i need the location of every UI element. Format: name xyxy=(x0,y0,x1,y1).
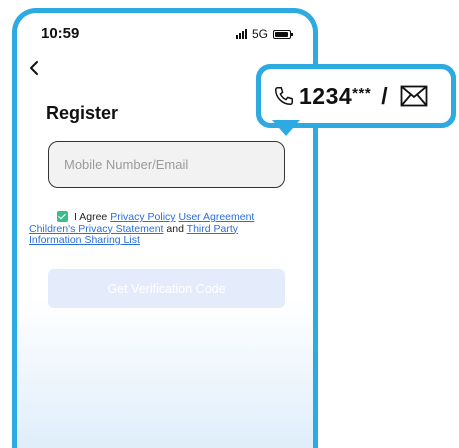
get-verification-code-button[interactable]: Get Verification Code xyxy=(48,269,285,308)
agree-checkbox[interactable] xyxy=(57,211,68,222)
agree-prefix: I Agree xyxy=(74,211,108,223)
signal-icon xyxy=(235,29,247,39)
status-indicators: 5G xyxy=(235,27,293,41)
network-label: 5G xyxy=(251,27,268,41)
masked-digits: *** xyxy=(352,84,372,102)
user-agreement-link[interactable]: User Agreement xyxy=(178,211,254,223)
account-field[interactable] xyxy=(48,141,285,188)
envelope-icon xyxy=(400,85,428,107)
phone-digits: 1234 xyxy=(299,82,353,109)
callout-separator: / xyxy=(381,82,389,109)
bottom-fade xyxy=(17,298,313,448)
phone-icon xyxy=(275,87,293,105)
battery-icon xyxy=(273,29,293,39)
callout-bubble: 1234*** / xyxy=(256,64,456,128)
childrens-privacy-link[interactable]: Children's Privacy Statement xyxy=(29,223,163,235)
callout-pointer xyxy=(272,120,300,136)
chevron-left-icon xyxy=(30,61,38,75)
callout-content: 1234*** / xyxy=(261,69,451,123)
agreement-block: I Agree Privacy Policy User Agreement Ch… xyxy=(29,211,289,247)
status-bar: 10:59 5G xyxy=(17,13,313,55)
back-button[interactable] xyxy=(23,57,45,79)
masked-phone-number: 1234*** xyxy=(299,83,371,110)
status-time: 10:59 xyxy=(41,25,80,42)
account-input[interactable] xyxy=(62,156,284,173)
privacy-policy-link[interactable]: Privacy Policy xyxy=(110,211,175,223)
and-text: and xyxy=(166,222,184,235)
page-title: Register xyxy=(46,103,119,123)
